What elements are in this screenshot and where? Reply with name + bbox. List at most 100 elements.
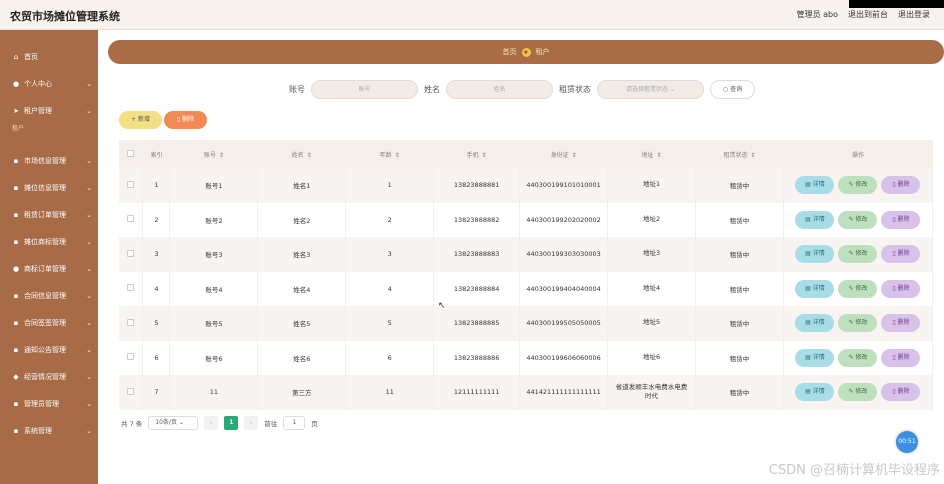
table-cell: 账号6 [169,340,259,375]
logout-link[interactable]: 退出登录 [898,9,930,20]
row-select-cell[interactable] [119,271,144,306]
row-actions: ▤ 详情 ✎ 修改 ▯ 删除 [783,340,934,375]
page-1-button[interactable]: 1 [224,416,239,430]
account-input[interactable]: 账号 [311,79,418,99]
sidebar-item-13[interactable]: ▪ 系统管理 ⌄ [0,422,98,440]
column-header[interactable]: 租赁状态 ⇕ [695,140,784,168]
row-delete-button[interactable]: ▯ 删除 [881,279,921,298]
sidebar-item-2[interactable]: ➤ 租户管理 ⌄ [0,102,98,120]
prev-page-button[interactable]: ‹ [204,416,219,430]
row-delete-button[interactable]: ▯ 删除 [881,210,921,229]
column-header[interactable]: 手机 ⇕ [433,140,521,168]
sidebar-item-6[interactable]: ▪ 摊位商标管理 ⌄ [0,233,98,251]
detail-button[interactable]: ▤ 详情 [795,210,835,229]
sidebar-item-5[interactable]: ▪ 租赁订单管理 ⌄ [0,206,98,224]
sort-icon[interactable]: ⇕ [307,152,312,159]
sidebar-item-7[interactable]: ● 商标订单管理 ⌄ [0,260,98,278]
column-header[interactable]: 地址 ⇕ [607,140,697,168]
page-size-select[interactable]: 10条/页 ⌄ [148,416,199,430]
row-actions: ▤ 详情 ✎ 修改 ▯ 删除 [783,271,934,306]
row-delete-button[interactable]: ▯ 删除 [881,383,921,402]
row-checkbox[interactable] [127,215,135,223]
edit-button[interactable]: ✎ 修改 [838,314,878,333]
row-delete-button[interactable]: ▯ 删除 [881,314,921,333]
query-button[interactable]: ○ 查询 [710,79,755,99]
sidebar-item-1[interactable]: ● 个人中心 ⌄ [0,75,98,93]
sort-icon[interactable]: ⇕ [750,152,755,159]
row-checkbox[interactable] [127,180,135,188]
doc-icon: ▤ [805,319,813,327]
sort-icon[interactable]: ⇕ [395,152,400,159]
row-checkbox[interactable] [127,318,135,326]
row-select-cell[interactable] [119,340,144,375]
edit-button-label: 修改 [855,319,868,327]
add-button[interactable]: + 新增 [119,111,162,129]
column-header[interactable]: 账号 ⇕ [169,140,259,168]
edit-button[interactable]: ✎ 修改 [838,383,878,402]
detail-button[interactable]: ▤ 详情 [795,314,835,333]
table-cell: 租赁中 [695,375,784,410]
row-delete-button[interactable]: ▯ 删除 [881,348,921,367]
row-checkbox[interactable] [127,353,135,361]
column-header[interactable]: 身份证 ⇕ [519,140,609,168]
next-page-button[interactable]: › [244,416,259,430]
table-row: 7 11 第三方 11 12111111111 441421111111111111 省道发… [119,375,934,410]
page-suffix: 页 [311,420,318,428]
row-checkbox[interactable] [127,387,135,395]
row-delete-button[interactable]: ▯ 删除 [881,176,921,195]
edit-button[interactable]: ✎ 修改 [838,348,878,367]
sidebar-item-8[interactable]: ▪ 合同信息管理 ⌄ [0,287,98,305]
edit-button[interactable]: ✎ 修改 [838,279,878,298]
row-select-cell[interactable] [119,375,144,410]
table-cell: 4 [142,271,171,306]
edit-button[interactable]: ✎ 修改 [838,210,878,229]
select-all-cell[interactable] [119,140,144,168]
row-checkbox[interactable] [127,284,135,292]
detail-button-label: 详情 [812,181,825,189]
table-cell: 5 [142,306,171,341]
table-cell: 12111111111 [433,375,521,410]
sidebar-sub-label[interactable]: 租户 [12,123,24,132]
edit-button[interactable]: ✎ 修改 [838,245,878,264]
detail-button[interactable]: ▤ 详情 [795,348,835,367]
sidebar-item-11[interactable]: ◆ 经营情况管理 ⌄ [0,368,98,386]
sort-icon[interactable]: ⇕ [219,152,224,159]
breadcrumb-home[interactable]: 首页 [503,47,517,57]
sidebar-item-10[interactable]: ▪ 通知公告管理 ⌄ [0,341,98,359]
column-header: 操作 [783,140,934,168]
column-header[interactable]: 姓名 ⇕ [257,140,347,168]
status-select[interactable]: 请选择租赁状态 ⌄ [597,79,704,99]
chevron-down-icon: ⌄ [86,319,92,327]
select-all-checkbox[interactable] [127,149,135,157]
row-select-cell[interactable] [119,306,144,341]
detail-button[interactable]: ▤ 详情 [795,383,835,402]
table-cell: 账号2 [169,202,259,237]
sort-icon[interactable]: ⇕ [482,152,487,159]
sidebar-item-4[interactable]: ▪ 摊位信息管理 ⌄ [0,179,98,197]
detail-button[interactable]: ▤ 详情 [795,245,835,264]
edit-button[interactable]: ✎ 修改 [838,176,878,195]
sort-icon[interactable]: ⇕ [657,152,662,159]
sidebar-item-label: 经营情况管理 [24,373,66,381]
row-select-cell[interactable] [119,237,144,272]
sidebar-item-3[interactable]: ▪ 市场信息管理 ⌄ [0,152,98,170]
row-checkbox[interactable] [127,249,135,257]
batch-delete-button[interactable]: ▯ 删除 [164,111,207,129]
sidebar-item-0[interactable]: ⌂ 首页 [0,48,98,66]
sort-icon[interactable]: ⇕ [572,152,577,159]
name-input[interactable]: 姓名 [446,79,553,99]
row-delete-button[interactable]: ▯ 删除 [881,245,921,264]
table-row: 6 账号6 姓名6 6 13823888886 440300199606060006 地址6… [119,340,934,375]
sidebar-item-12[interactable]: ▪ 管理员管理 ⌄ [0,395,98,413]
detail-button[interactable]: ▤ 详情 [795,279,835,298]
back-to-front-link[interactable]: 退出到前台 [848,9,888,20]
detail-button[interactable]: ▤ 详情 [795,176,835,195]
grid-icon: ▪ [13,319,19,327]
row-select-cell[interactable] [119,202,144,237]
sidebar-item-9[interactable]: ▪ 合同签签管理 ⌄ [0,314,98,332]
column-header[interactable]: 年龄 ⇕ [345,140,435,168]
detail-button-label: 详情 [812,284,825,292]
row-select-cell[interactable] [119,168,144,203]
timer-badge[interactable]: 00:51 [896,431,918,453]
goto-page-input[interactable]: 1 [283,416,306,430]
